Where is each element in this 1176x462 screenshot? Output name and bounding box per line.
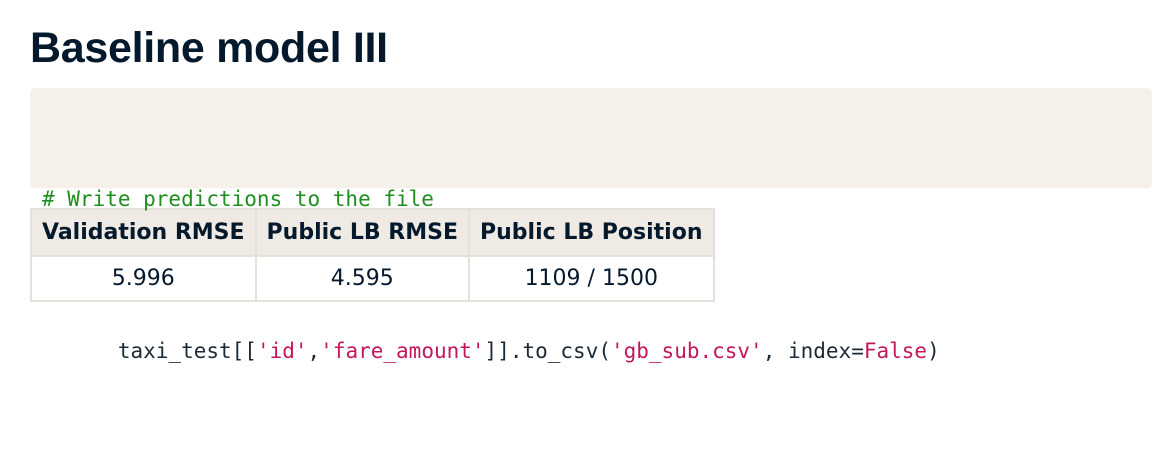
code-token-string: 'gb_sub.csv' [610, 339, 763, 363]
code-token: taxi_test[[ [117, 339, 257, 363]
code-token: , index= [762, 339, 864, 363]
slide: Baseline model III # Write predictions t… [30, 22, 1152, 363]
code-token: ) [927, 339, 940, 363]
table-row: 5.996 4.595 1109 / 1500 [30, 255, 715, 302]
table-cell-public-lb-position: 1109 / 1500 [468, 255, 715, 302]
code-token: ]].to_csv( [484, 339, 611, 363]
code-token-keyword: False [863, 339, 928, 363]
results-table: Validation RMSE Public LB RMSE Public LB… [30, 208, 715, 302]
code-token-string: 'fare_amount' [320, 339, 485, 363]
code-token: , [307, 339, 321, 363]
code-block: # Write predictions to the file taxi_tes… [30, 88, 1152, 363]
slide-title: Baseline model III [30, 24, 388, 72]
code-token-string: 'id' [256, 339, 308, 363]
table-cell-public-lb-rmse: 4.595 [254, 255, 471, 302]
column-header-public-lb-position: Public LB Position [468, 208, 715, 257]
